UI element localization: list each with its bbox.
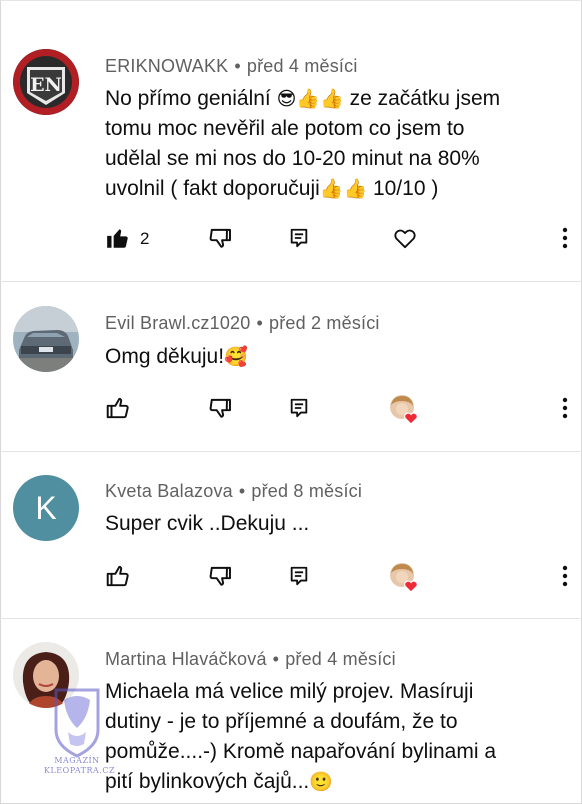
heart-button[interactable] bbox=[391, 224, 419, 252]
more-button[interactable] bbox=[551, 224, 579, 252]
more-vertical-icon bbox=[562, 565, 568, 587]
comment-meta: Kveta Balazova • před 8 měsíci bbox=[105, 481, 362, 502]
comment-line: dutiny - je to příjemné a doufám, že to bbox=[105, 710, 458, 733]
comment-meta: Martina Hlaváčková • před 4 měsíci bbox=[105, 649, 396, 670]
reply-button[interactable] bbox=[285, 224, 313, 252]
more-vertical-icon bbox=[562, 397, 568, 419]
more-vertical-icon bbox=[562, 227, 568, 249]
avatar-letter: K bbox=[35, 489, 57, 526]
comment-time[interactable]: před 8 měsíci bbox=[251, 481, 362, 501]
more-button[interactable] bbox=[551, 562, 579, 590]
creator-heart bbox=[389, 562, 418, 593]
divider bbox=[0, 451, 582, 452]
divider bbox=[0, 618, 582, 619]
comment-meta: Evil Brawl.cz1020 • před 2 měsíci bbox=[105, 313, 380, 334]
comment-text: Super cvik ..Dekuju ... bbox=[105, 509, 575, 539]
comment-line: udělal se mi nos do 10-20 minut na 80% bbox=[105, 147, 480, 170]
like-button[interactable] bbox=[104, 224, 132, 252]
reply-icon bbox=[290, 398, 308, 418]
comment-text: Omg děkuju!🥰 bbox=[105, 342, 575, 372]
comment-line: pití bylinkových čajů... bbox=[105, 770, 310, 793]
comment-time[interactable]: před 2 měsíci bbox=[269, 313, 380, 333]
thumb-down-icon bbox=[209, 228, 231, 248]
meta-separator: • bbox=[256, 313, 263, 333]
emoji: 😎👍👍 bbox=[276, 88, 344, 110]
comment-text: Michaela má velice milý projev. Masíruji… bbox=[105, 677, 575, 797]
thumb-down-icon bbox=[209, 566, 231, 586]
comment-line: ze začátku jsem bbox=[343, 87, 501, 110]
comment-actions bbox=[0, 394, 582, 425]
watermark-logo: MAGAZÍN KLEOPATRA.CZ bbox=[44, 684, 116, 784]
comment-line: tomu moc nevěřil ale potom co jsem to bbox=[105, 117, 465, 140]
comment-actions bbox=[0, 562, 582, 593]
emoji: 👍👍 bbox=[319, 178, 368, 200]
comment-meta: ERIKNOWAKK • před 4 měsíci bbox=[105, 56, 358, 77]
author-name[interactable]: Evil Brawl.cz1020 bbox=[105, 313, 250, 333]
avatar[interactable]: EN bbox=[13, 49, 79, 115]
thumb-up-icon bbox=[107, 229, 128, 248]
avatar[interactable]: K bbox=[13, 475, 79, 541]
heart-icon bbox=[394, 229, 416, 249]
comment-line: pomůže....-) Kromě napařování bylinami a bbox=[105, 740, 497, 763]
reply-icon bbox=[290, 566, 308, 586]
more-button[interactable] bbox=[551, 394, 579, 422]
dislike-button[interactable] bbox=[207, 224, 235, 252]
meta-separator: • bbox=[234, 56, 241, 76]
like-count: 2 bbox=[140, 229, 150, 248]
reply-button[interactable] bbox=[285, 562, 313, 590]
thumb-up-icon bbox=[106, 397, 129, 419]
emoji: 🙂 bbox=[309, 771, 333, 793]
comment-time[interactable]: před 4 měsíci bbox=[247, 56, 358, 76]
comment-line: 10/10 ) bbox=[367, 177, 439, 200]
emoji: 🥰 bbox=[224, 346, 248, 368]
author-name[interactable]: Kveta Balazova bbox=[105, 481, 233, 501]
avatar[interactable] bbox=[13, 306, 79, 372]
creator-heart bbox=[389, 394, 418, 425]
creator-heart-icon bbox=[390, 563, 418, 593]
meta-separator: • bbox=[272, 649, 280, 669]
like-button[interactable] bbox=[104, 394, 132, 422]
comment-time[interactable]: před 4 měsíci bbox=[285, 649, 396, 669]
comment-actions: 2 bbox=[0, 224, 582, 254]
avatar-initials: EN bbox=[30, 74, 62, 96]
comment-line: uvolnil ( fakt doporučuji bbox=[105, 177, 320, 200]
meta-separator: • bbox=[238, 481, 246, 501]
author-name[interactable]: ERIKNOWAKK bbox=[105, 56, 228, 76]
divider bbox=[0, 281, 582, 282]
reply-button[interactable] bbox=[285, 394, 313, 422]
watermark-line: KLEOPATRA.CZ bbox=[44, 766, 116, 775]
comment-line: Michaela má velice milý projev. Masíruji bbox=[105, 680, 474, 703]
like-button[interactable] bbox=[104, 562, 132, 590]
comment-line: Omg děkuju! bbox=[105, 345, 225, 368]
comment-text: No přímo geniální 😎👍👍 ze začátku jsem to… bbox=[105, 84, 575, 204]
reply-icon bbox=[290, 228, 308, 248]
creator-heart-icon bbox=[390, 395, 418, 425]
comment-line: Super cvik ..Dekuju ... bbox=[105, 512, 310, 535]
thumb-down-icon bbox=[209, 398, 231, 418]
author-name[interactable]: Martina Hlaváčková bbox=[105, 649, 267, 669]
watermark-line: MAGAZÍN bbox=[54, 756, 100, 765]
thumb-up-icon bbox=[106, 565, 129, 587]
comment-line: No přímo geniální bbox=[105, 87, 271, 110]
dislike-button[interactable] bbox=[207, 562, 235, 590]
dislike-button[interactable] bbox=[207, 394, 235, 422]
